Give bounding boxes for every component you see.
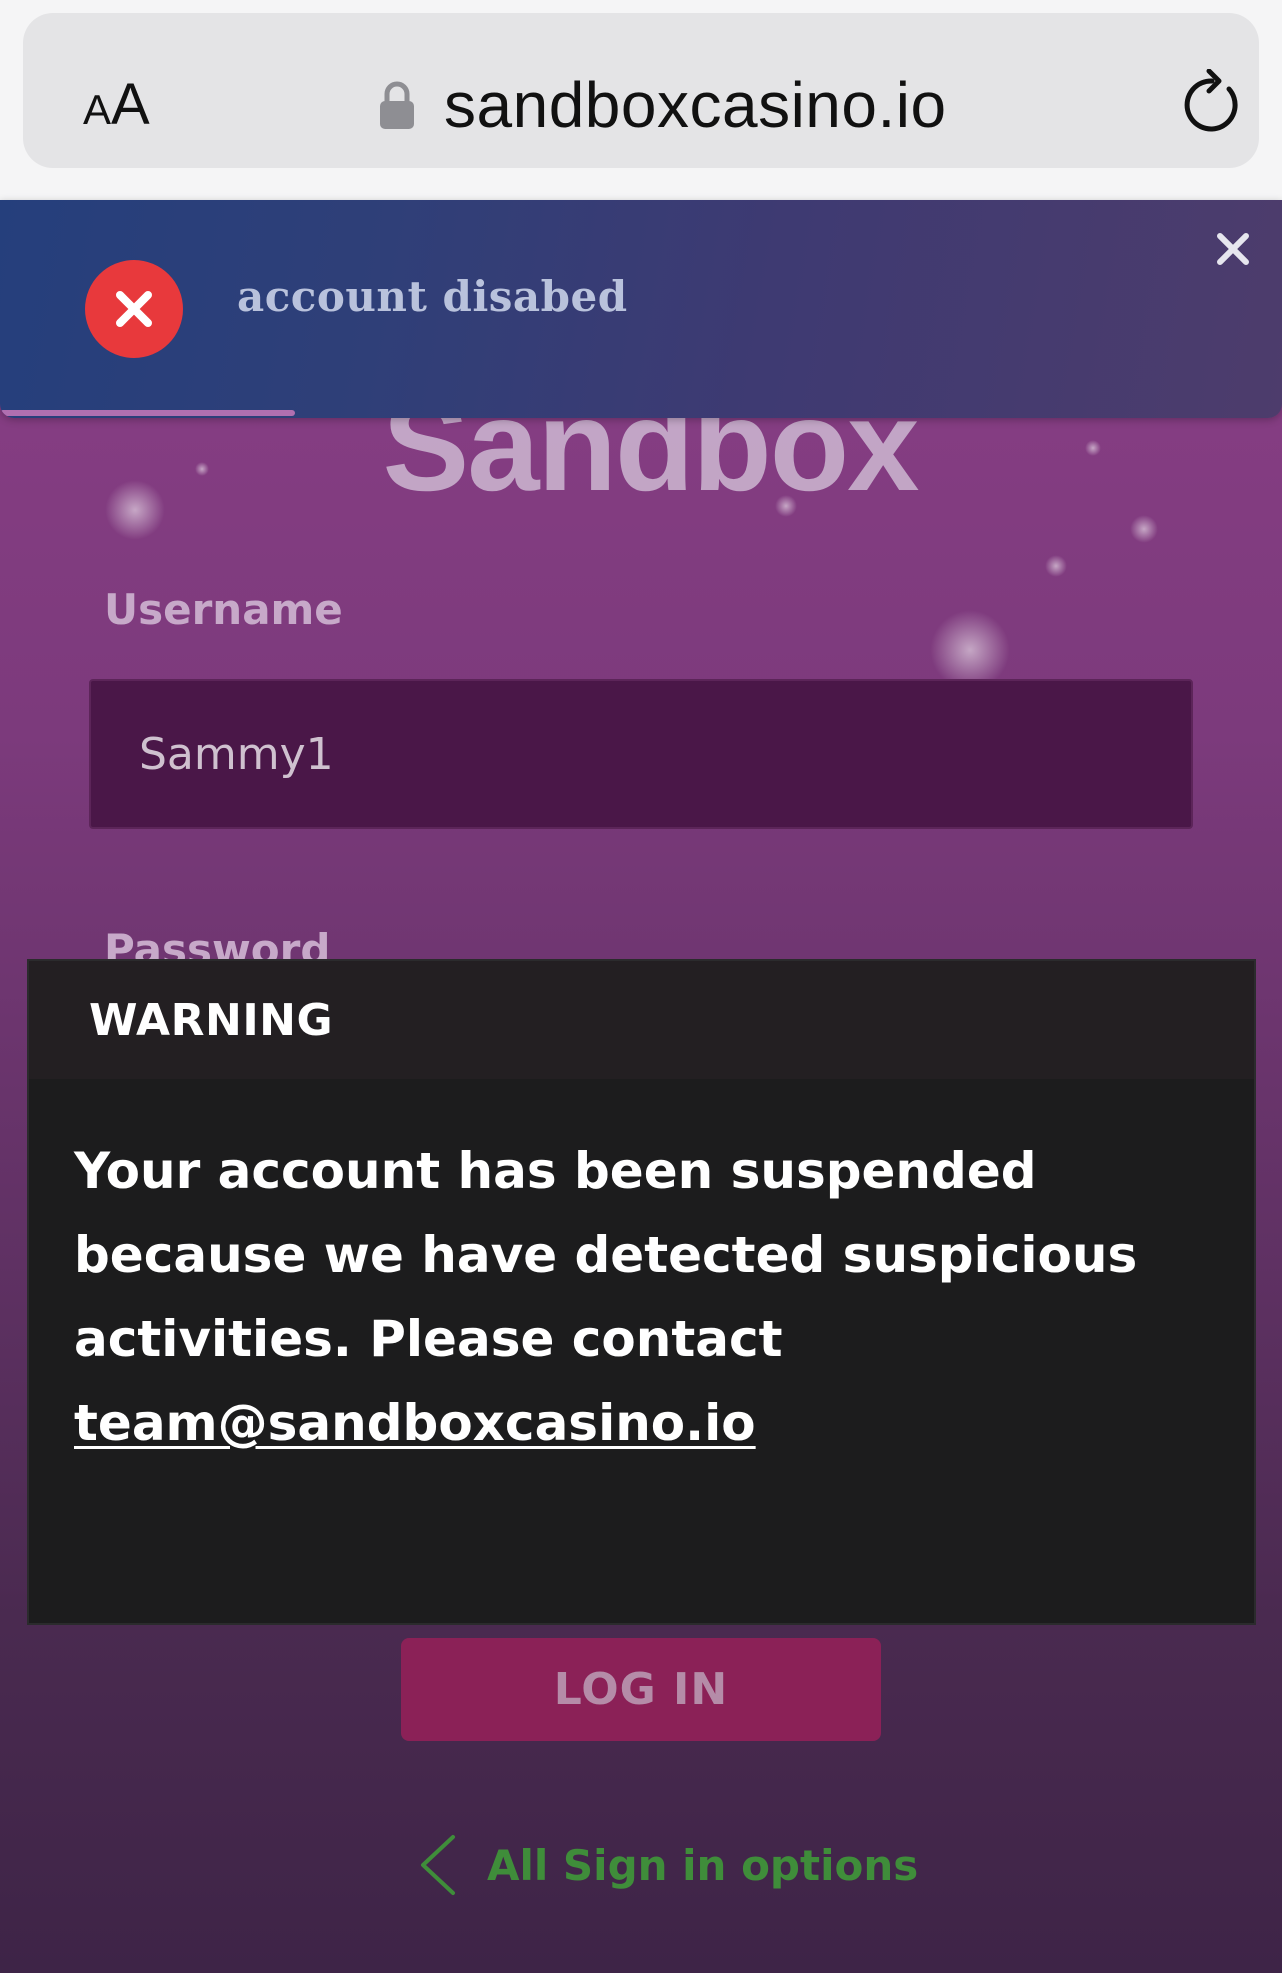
warning-message: Your account has been suspended because … [74,1142,1138,1368]
support-email-link[interactable]: team@sandboxcasino.io [74,1394,756,1452]
warning-header: WARNING [29,961,1254,1079]
signin-options-label: All Sign in options [487,1840,919,1890]
sparkle-decoration [195,462,209,476]
chevron-left-icon [421,1835,455,1895]
toast-message: account disabed [237,272,628,321]
sparkle-decoration [105,480,165,540]
error-icon [85,260,183,358]
sparkle-decoration [1130,515,1158,543]
close-icon[interactable] [1212,228,1254,270]
text-size-small-label: A [83,86,112,133]
lock-icon [380,81,414,129]
username-label: Username [104,585,343,634]
reload-icon[interactable] [1181,69,1243,135]
all-signin-options-link[interactable]: All Sign in options [415,1830,918,1900]
sparkle-decoration [930,610,1010,690]
warning-body: Your account has been suspended because … [74,1129,1214,1465]
username-input[interactable]: Sammy1 [89,679,1193,829]
sparkle-decoration [1085,440,1101,456]
text-size-big-label: A [111,72,150,137]
warning-title: WARNING [89,995,334,1046]
text-size-button[interactable]: A A [83,71,163,137]
url-field[interactable]: sandboxcasino.io [378,65,947,145]
browser-chrome: A A sandboxcasino.io [0,0,1282,200]
error-toast: account disabed [0,200,1282,418]
address-bar[interactable]: A A sandboxcasino.io [23,13,1259,168]
url-text: sandboxcasino.io [444,69,947,141]
warning-dialog: WARNING Your account has been suspended … [27,959,1256,1625]
login-button[interactable]: LOG IN [401,1638,881,1741]
toast-progress-bar [0,410,295,416]
sparkle-decoration [1045,555,1067,577]
